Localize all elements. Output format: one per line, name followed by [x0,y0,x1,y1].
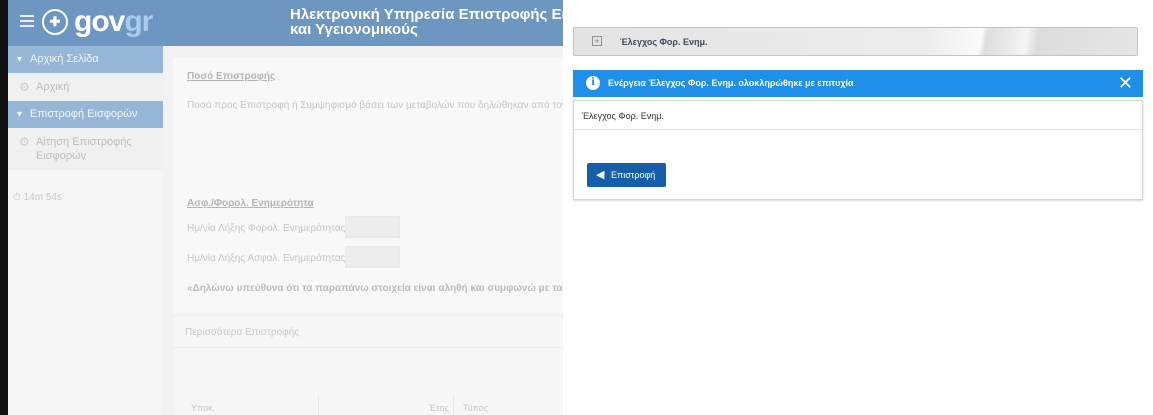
modal-backdrop[interactable] [8,0,563,415]
info-icon: i [586,76,600,90]
close-icon[interactable]: ✕ [1118,73,1133,93]
accordion-label: Έλεγχος Φορ. Ενημ. [620,37,708,47]
back-button[interactable]: ◀ Επιστροφή [587,163,666,187]
alert-message: Ενέργεια Έλεγχος Φορ. Ενημ. ολοκληρώθηκε… [608,78,854,88]
screen: ✚ govgr Ηλεκτρονική Υπηρεσία Επιστροφής … [0,0,1153,415]
result-panel: Έλεγχος Φορ. Ενημ. ◀ Επιστροφή [573,100,1143,200]
expand-plus-icon[interactable]: + [592,36,602,46]
accordion-header[interactable]: + Έλεγχος Φορ. Ενημ. [573,27,1138,56]
back-arrow-icon: ◀ [596,169,605,181]
window-edge [0,0,8,415]
side-modal: + Έλεγχος Φορ. Ενημ. i Ενέργεια Έλεγχος … [563,0,1153,415]
panel-header: Έλεγχος Φορ. Ενημ. [574,101,1142,130]
back-button-label: Επιστροφή [611,170,656,180]
success-alert: i Ενέργεια Έλεγχος Φορ. Ενημ. ολοκληρώθη… [573,70,1143,97]
panel-title: Έλεγχος Φορ. Ενημ. [582,111,664,121]
